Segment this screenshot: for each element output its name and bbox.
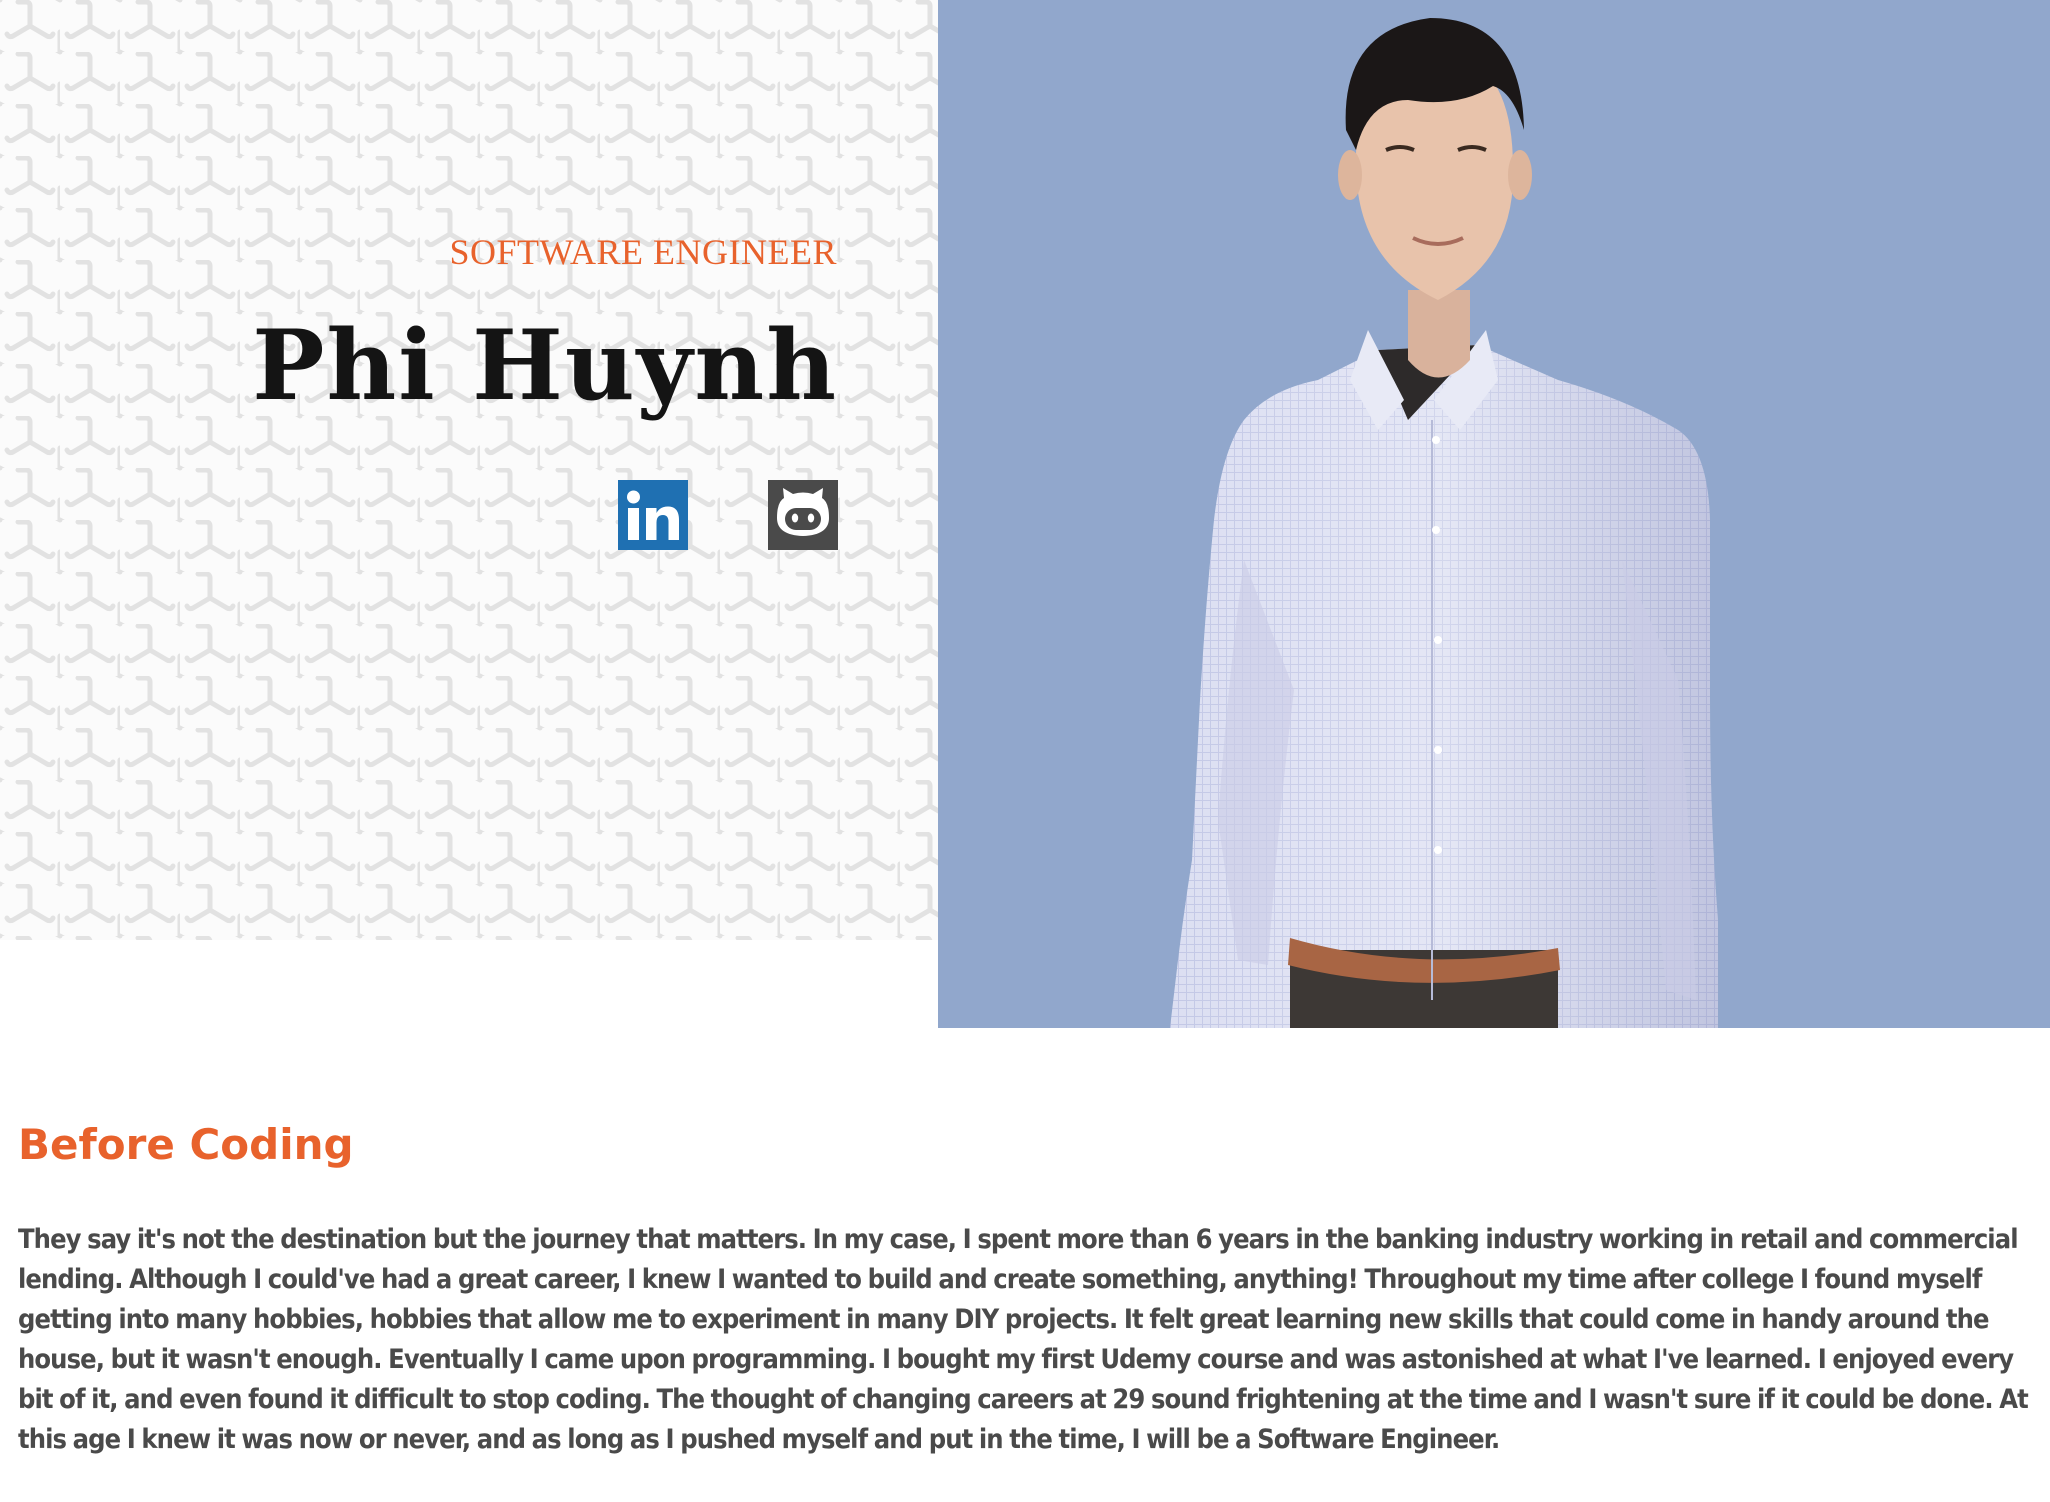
portrait-photo xyxy=(938,0,2050,1028)
job-title: SOFTWARE ENGINEER xyxy=(449,232,837,272)
section-body: They say it's not the destination but th… xyxy=(18,1224,2029,1455)
linkedin-icon[interactable] xyxy=(618,480,688,550)
section-heading: Before Coding xyxy=(18,1120,354,1169)
github-icon[interactable] xyxy=(768,480,838,550)
hero-pattern-panel: SOFTWARE ENGINEER Phi Huynh xyxy=(0,0,938,940)
person-name: Phi Huynh xyxy=(252,309,838,422)
background-pattern xyxy=(0,0,938,940)
